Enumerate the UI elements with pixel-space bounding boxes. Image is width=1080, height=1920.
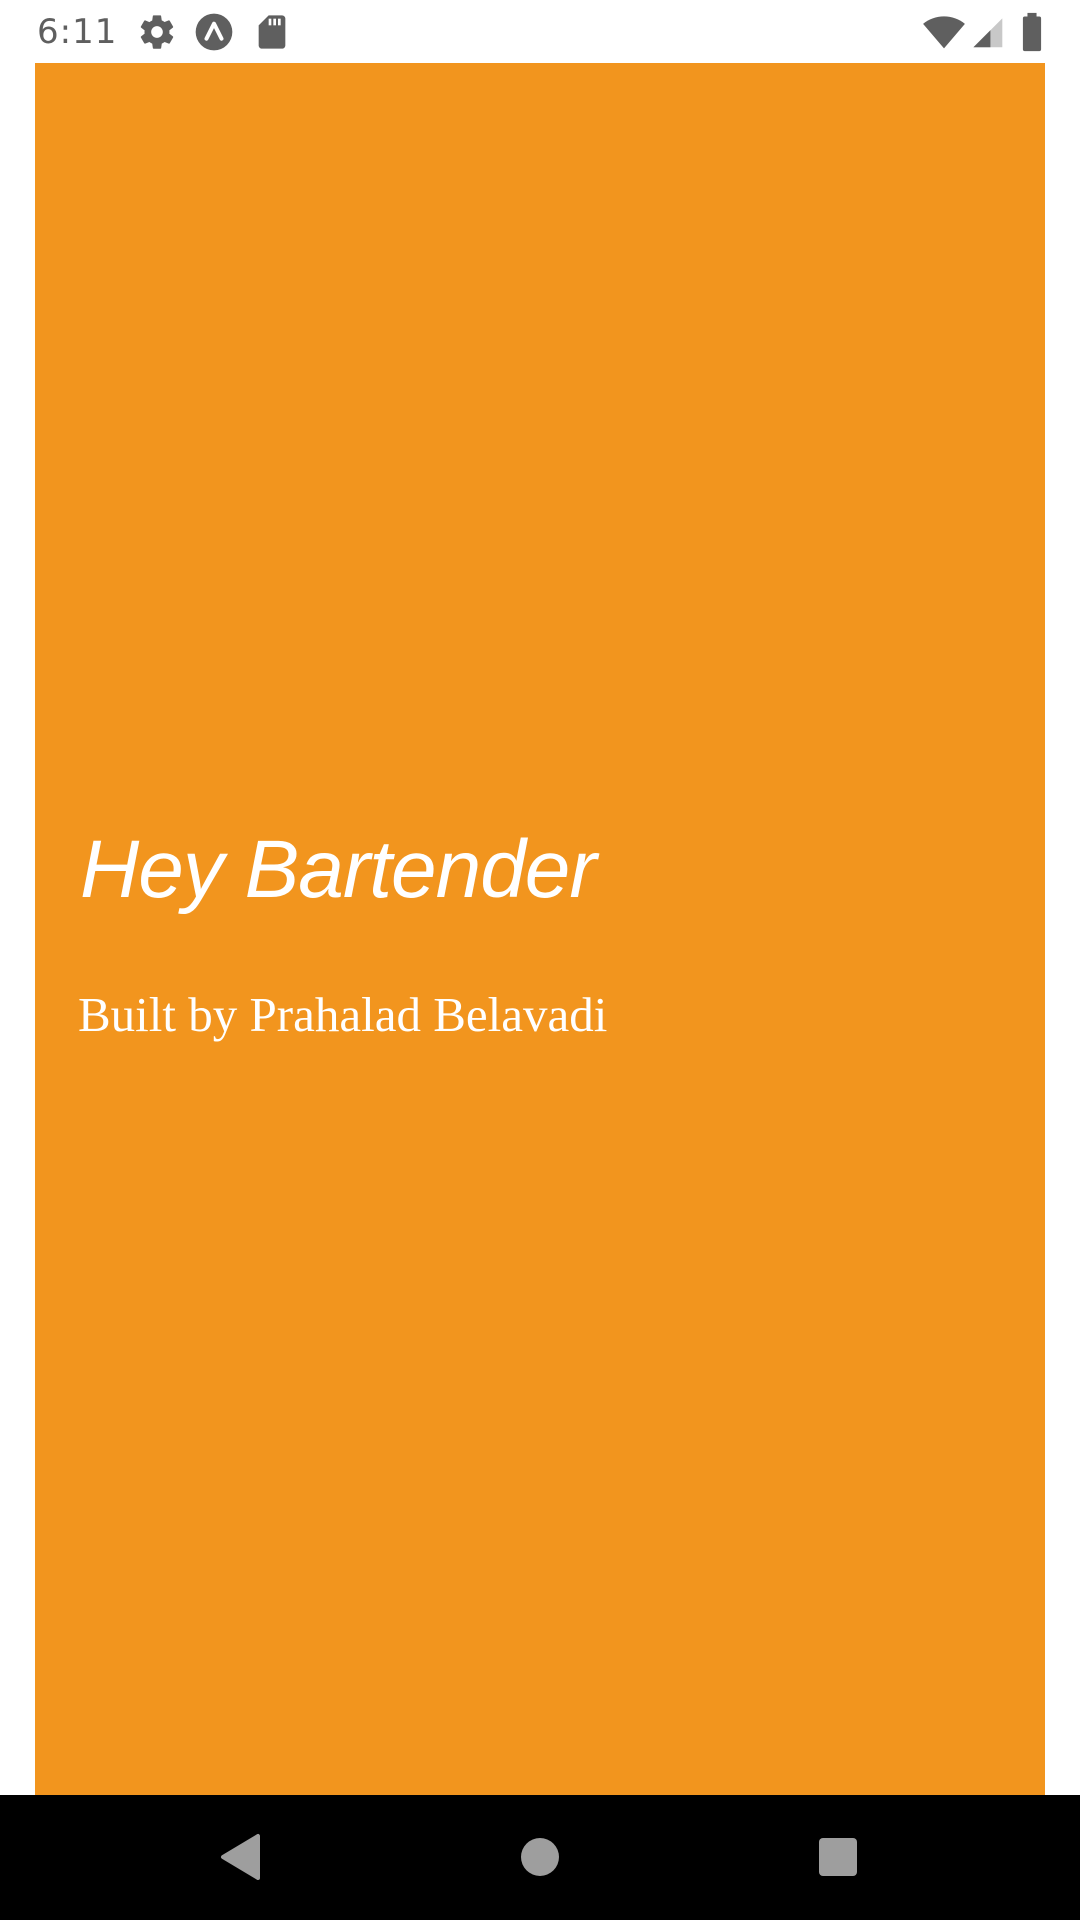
screen: 6:11 Hey Bartender Built by Prahalad Bel… bbox=[0, 0, 1080, 1920]
recents-button[interactable] bbox=[808, 1827, 868, 1887]
battery-icon bbox=[1020, 12, 1044, 52]
expo-app-icon bbox=[194, 12, 234, 52]
settings-gear-icon bbox=[137, 12, 177, 52]
navigation-bar bbox=[0, 1795, 1080, 1920]
app-credit: Built by Prahalad Belavadi bbox=[78, 987, 608, 1042]
status-bar: 6:11 bbox=[0, 0, 1080, 63]
app-title: Hey Bartender bbox=[80, 824, 597, 915]
wifi-icon bbox=[922, 12, 966, 52]
back-icon bbox=[221, 1834, 260, 1880]
back-button[interactable] bbox=[210, 1827, 270, 1887]
sd-card-icon bbox=[252, 12, 292, 52]
splash-card bbox=[35, 63, 1045, 1795]
home-icon bbox=[521, 1838, 559, 1876]
recents-icon bbox=[819, 1838, 857, 1876]
signal-icon bbox=[970, 12, 1004, 52]
status-time: 6:11 bbox=[37, 12, 118, 52]
home-button[interactable] bbox=[510, 1827, 570, 1887]
